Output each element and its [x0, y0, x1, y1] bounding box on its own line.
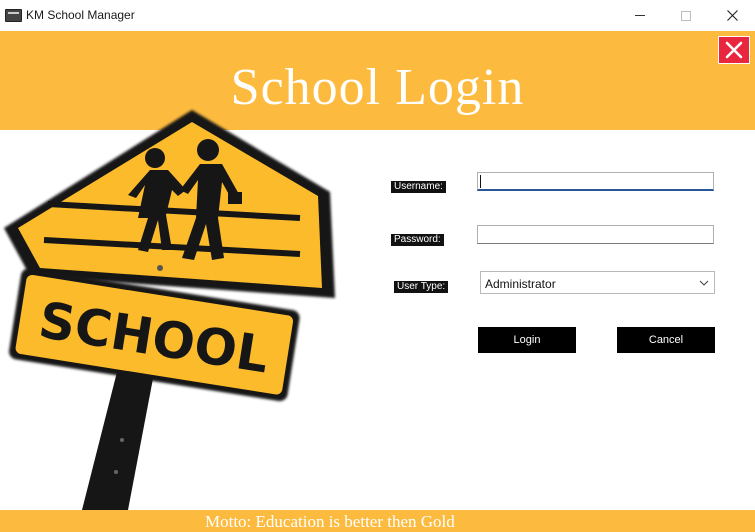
footer-banner: Motto: Education is better then Gold — [0, 510, 755, 532]
title-bar[interactable]: KM School Manager — [0, 0, 755, 32]
username-input[interactable] — [477, 172, 714, 191]
app-window-icon — [5, 9, 22, 22]
motto-text: Motto: Education is better then Gold — [205, 512, 455, 531]
close-icon — [726, 10, 738, 21]
window-close-button[interactable] — [709, 0, 755, 31]
maximize-button[interactable] — [663, 0, 709, 31]
text-cursor — [480, 175, 481, 188]
close-x-icon — [725, 41, 743, 59]
password-input[interactable] — [477, 225, 714, 244]
user-type-select[interactable]: Administrator — [480, 271, 715, 294]
login-button[interactable]: Login — [478, 327, 576, 353]
school-crossing-sign-icon: SCHOOL — [4, 110, 335, 510]
user-type-label: User Type: — [394, 281, 449, 293]
minimize-icon — [635, 15, 645, 16]
username-label: Username: — [391, 181, 446, 193]
minimize-button[interactable] — [617, 0, 663, 31]
chevron-down-icon — [699, 280, 709, 286]
maximize-icon — [681, 10, 691, 21]
exit-button[interactable] — [718, 36, 750, 64]
user-type-value: Administrator — [485, 277, 556, 291]
cancel-button[interactable]: Cancel — [617, 327, 715, 353]
password-label: Password: — [391, 234, 444, 246]
app-window: KM School Manager School Login SCHOOL Us… — [0, 0, 755, 532]
window-title: KM School Manager — [26, 8, 135, 22]
